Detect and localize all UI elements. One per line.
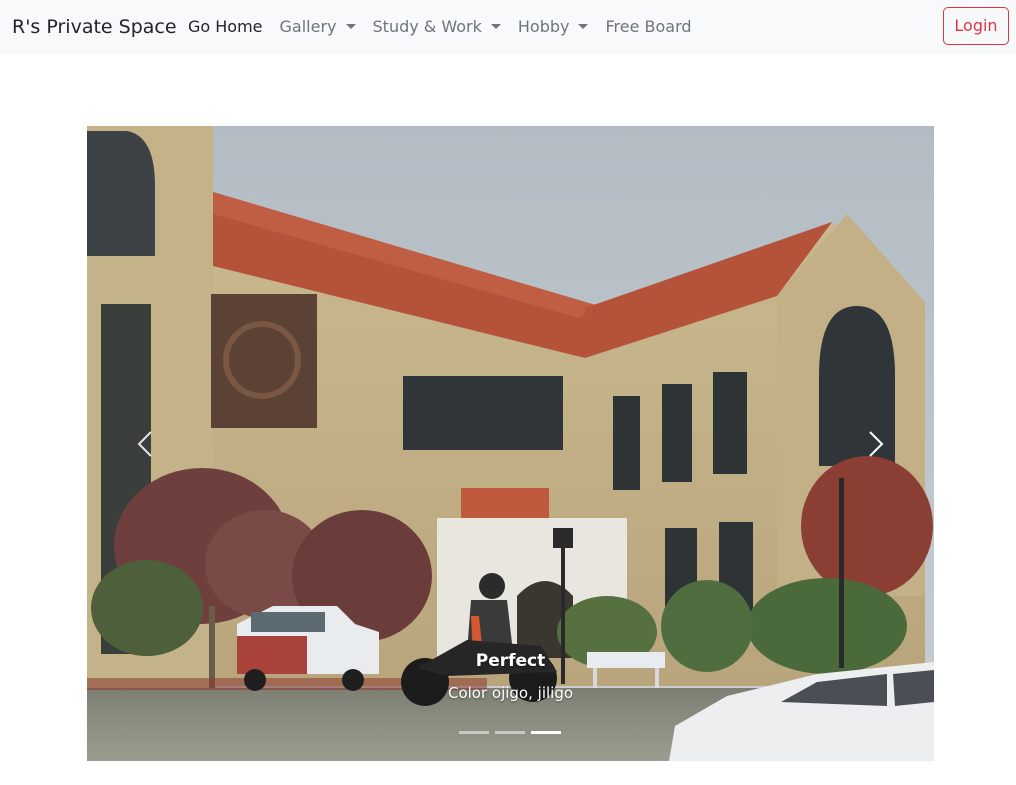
nav-item-label: Go Home: [188, 17, 263, 36]
caption-title: Perfect: [475, 651, 546, 671]
nav-item-label: Gallery: [279, 17, 337, 36]
nav-item-label: Study & Work: [372, 17, 482, 36]
caret-down-icon: [345, 24, 356, 29]
nav-item-label: Hobby: [517, 17, 570, 36]
nav-item-label: Free Board: [605, 17, 692, 36]
nav-item-go-home[interactable]: Go Home: [188, 15, 263, 39]
nav-item-free-board[interactable]: Free Board: [605, 15, 691, 39]
caption-text: Color ojigo, jiligo: [447, 684, 574, 702]
chevron-right-icon: [869, 430, 884, 457]
carousel-caption: Perfect Color ojigo, jiligo: [87, 648, 934, 704]
caret-down-icon: [578, 24, 589, 29]
image-carousel: Perfect Color ojigo, jiligo: [87, 126, 934, 761]
carousel-indicator-3[interactable]: [531, 731, 561, 734]
caret-down-icon: [490, 24, 501, 29]
carousel-indicator-2[interactable]: [495, 731, 525, 734]
nav-item-study-work[interactable]: Study & Work: [373, 15, 501, 39]
top-navbar: R's Private Space Go Home Gallery Study …: [0, 0, 1016, 54]
nav-item-hobby[interactable]: Hobby: [518, 15, 589, 39]
nav-menu: Go Home Gallery Study & Work Hobby Free …: [188, 15, 709, 39]
chevron-left-icon: [137, 430, 152, 457]
nav-item-gallery[interactable]: Gallery: [280, 15, 356, 39]
login-button[interactable]: Login: [943, 7, 1009, 45]
brand-title[interactable]: R's Private Space: [12, 14, 177, 40]
carousel-indicator-1[interactable]: [459, 731, 489, 734]
carousel-indicators: [459, 731, 567, 734]
